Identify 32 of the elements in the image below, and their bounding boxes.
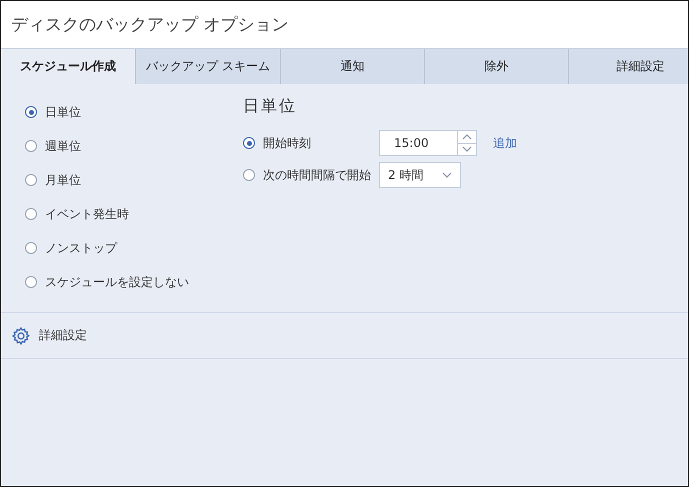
window-title: ディスクのバックアップ オプション <box>11 14 288 36</box>
interval-label: 次の時間間隔で開始 <box>263 166 371 184</box>
interval-dropdown[interactable]: 2 時間 <box>379 162 461 188</box>
advanced-settings-label[interactable]: 詳細設定 <box>39 327 87 344</box>
radio-button[interactable] <box>25 140 37 152</box>
radio-button[interactable] <box>243 169 255 181</box>
add-link[interactable]: 追加 <box>493 134 517 152</box>
radio-button[interactable] <box>25 106 37 118</box>
radio-button[interactable] <box>25 276 37 288</box>
start-time-label: 開始時刻 <box>263 134 311 152</box>
tab[interactable]: 詳細設定 <box>569 49 688 84</box>
chevron-up-icon <box>462 134 472 140</box>
schedule-option-label: 週単位 <box>45 138 81 154</box>
schedule-option-label: イベント発生時 <box>45 206 129 222</box>
radio-button[interactable] <box>25 174 37 186</box>
time-field[interactable]: 15:00 <box>379 130 457 156</box>
schedule-option-label: 日単位 <box>45 104 81 120</box>
schedule-option-label: ノンストップ <box>45 240 117 256</box>
decrement-button[interactable] <box>458 142 476 155</box>
tab[interactable]: バックアップ スキーム <box>136 49 281 84</box>
chevron-down-icon <box>462 146 472 152</box>
tab[interactable]: 除外 <box>425 49 569 84</box>
radio-button[interactable] <box>25 242 37 254</box>
section-heading: 日単位 <box>243 96 298 117</box>
increment-button[interactable] <box>458 131 476 142</box>
settings-icon[interactable] <box>11 326 31 346</box>
radio-button[interactable] <box>243 137 255 149</box>
chevron-down-icon <box>442 172 452 178</box>
tab[interactable]: 通知 <box>281 49 425 84</box>
schedule-option-label: スケジュールを設定しない <box>45 274 189 290</box>
radio-button[interactable] <box>25 208 37 220</box>
schedule-option-label: 月単位 <box>45 172 81 188</box>
